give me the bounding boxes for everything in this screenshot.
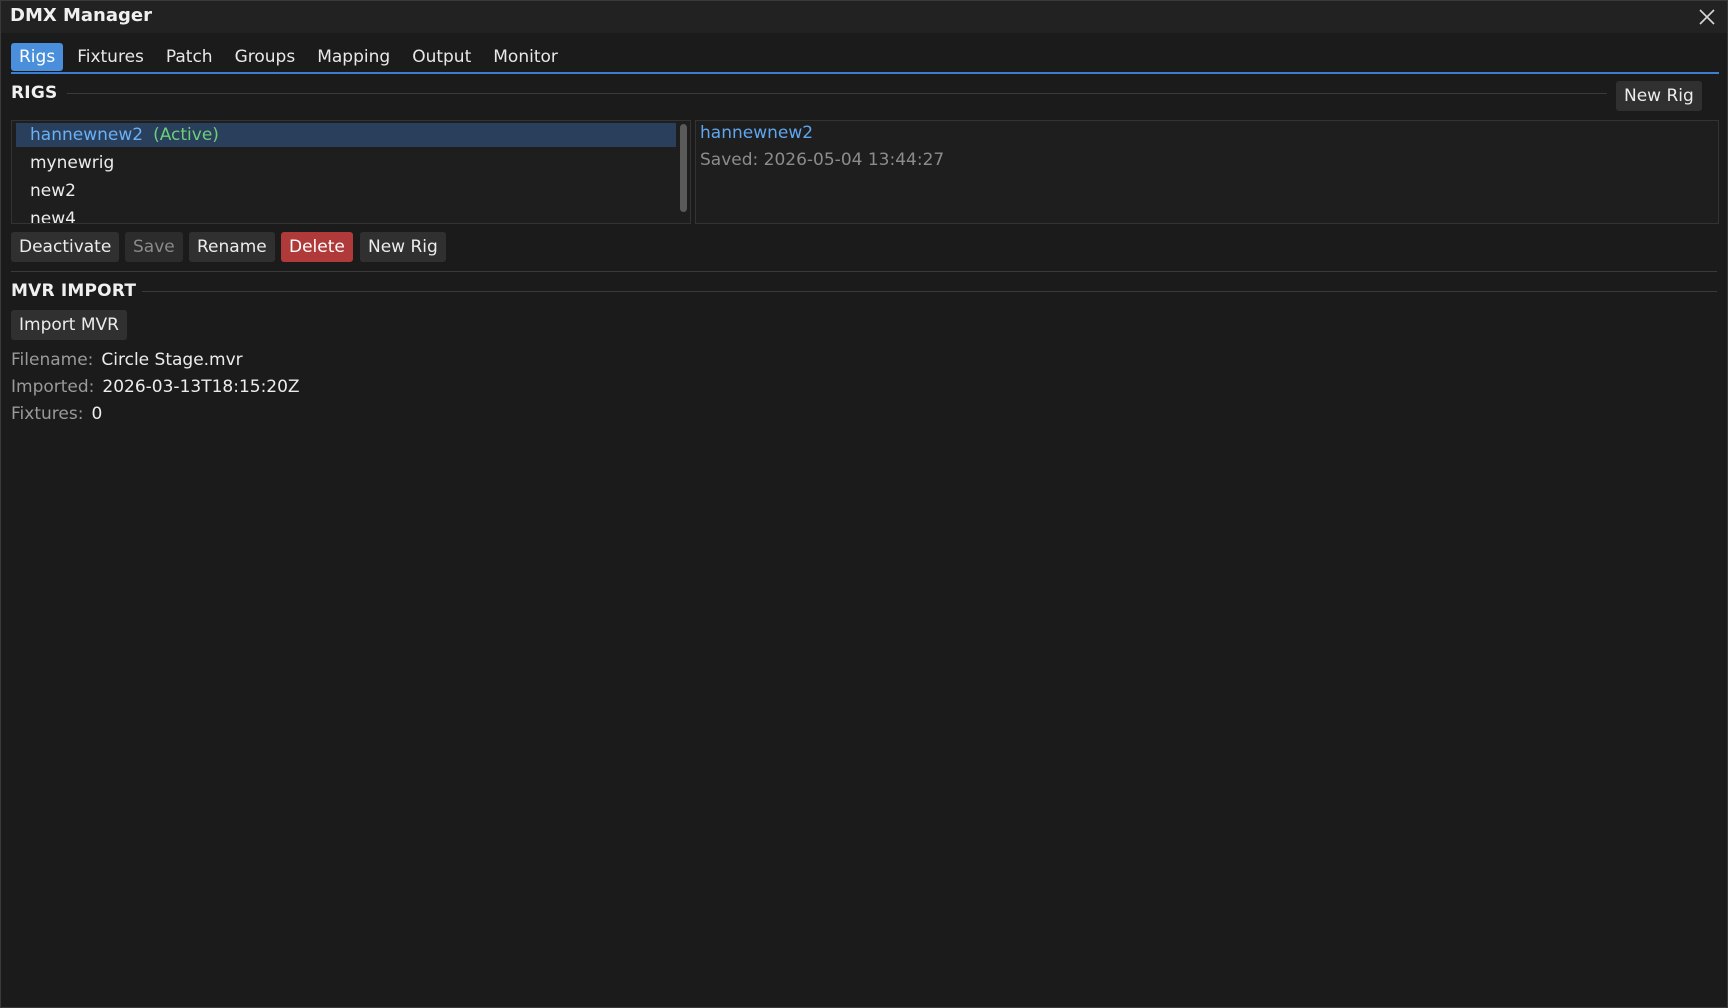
- rig-name: hannewnew2: [30, 125, 144, 145]
- tab-bar: Rigs Fixtures Patch Groups Mapping Outpu…: [11, 43, 570, 71]
- rig-detail-name: hannewnew2: [700, 123, 814, 143]
- dmx-manager-window: DMX Manager Rigs Fixtures Patch Groups M…: [0, 0, 1728, 1008]
- tab-output[interactable]: Output: [404, 43, 479, 71]
- rigs-section-title: RIGS: [11, 83, 58, 103]
- scrollbar-thumb[interactable]: [680, 124, 687, 212]
- rig-list-item[interactable]: new4: [16, 207, 676, 224]
- delete-button[interactable]: Delete: [281, 232, 353, 262]
- rig-list-scrollbar[interactable]: [678, 122, 688, 222]
- window-title: DMX Manager: [10, 5, 152, 26]
- rig-name: mynewrig: [30, 153, 115, 173]
- title-bar: DMX Manager: [1, 1, 1727, 33]
- filename-label: Filename:: [11, 350, 94, 370]
- tab-rigs[interactable]: Rigs: [11, 43, 64, 71]
- new-rig-header-button[interactable]: New Rig: [1616, 81, 1702, 111]
- new-rig-button[interactable]: New Rig: [360, 232, 446, 262]
- rig-detail-saved: Saved: 2026-05-04 13:44:27: [700, 150, 945, 170]
- filename-value: Circle Stage.mvr: [101, 350, 243, 370]
- rig-name: new4: [30, 209, 76, 224]
- tab-mapping[interactable]: Mapping: [309, 43, 398, 71]
- close-button[interactable]: [1695, 5, 1719, 29]
- tab-groups[interactable]: Groups: [227, 43, 304, 71]
- rig-name: new2: [30, 181, 76, 201]
- mvr-filename-row: Filename: Circle Stage.mvr: [11, 350, 243, 370]
- section-divider: [11, 271, 1717, 272]
- rename-button[interactable]: Rename: [189, 232, 275, 262]
- save-button[interactable]: Save: [125, 232, 183, 262]
- mvr-section-divider: [142, 291, 1717, 292]
- tab-fixtures[interactable]: Fixtures: [69, 43, 152, 71]
- fixtures-label: Fixtures:: [11, 404, 84, 424]
- rig-active-badge: (Active): [153, 125, 219, 145]
- tab-patch[interactable]: Patch: [158, 43, 221, 71]
- fixtures-value: 0: [91, 404, 103, 424]
- mvr-imported-row: Imported: 2026-03-13T18:15:20Z: [11, 377, 300, 397]
- rig-list-item[interactable]: mynewrig: [16, 151, 676, 175]
- import-mvr-button[interactable]: Import MVR: [11, 310, 127, 340]
- imported-label: Imported:: [11, 377, 95, 397]
- rig-list-item[interactable]: hannewnew2 (Active): [16, 123, 676, 147]
- deactivate-button[interactable]: Deactivate: [11, 232, 120, 262]
- close-icon: [1699, 9, 1715, 25]
- rig-list-item[interactable]: new2: [16, 179, 676, 203]
- mvr-fixtures-row: Fixtures: 0: [11, 404, 102, 424]
- tab-underline: [11, 72, 1719, 74]
- rigs-section-divider: [67, 93, 1607, 94]
- tab-monitor[interactable]: Monitor: [485, 43, 566, 71]
- rig-list: hannewnew2 (Active) mynewrig new2 new4: [11, 120, 691, 224]
- mvr-section-title: MVR IMPORT: [11, 281, 137, 301]
- rig-detail-pane: hannewnew2 Saved: 2026-05-04 13:44:27: [695, 120, 1719, 224]
- imported-value: 2026-03-13T18:15:20Z: [102, 377, 300, 397]
